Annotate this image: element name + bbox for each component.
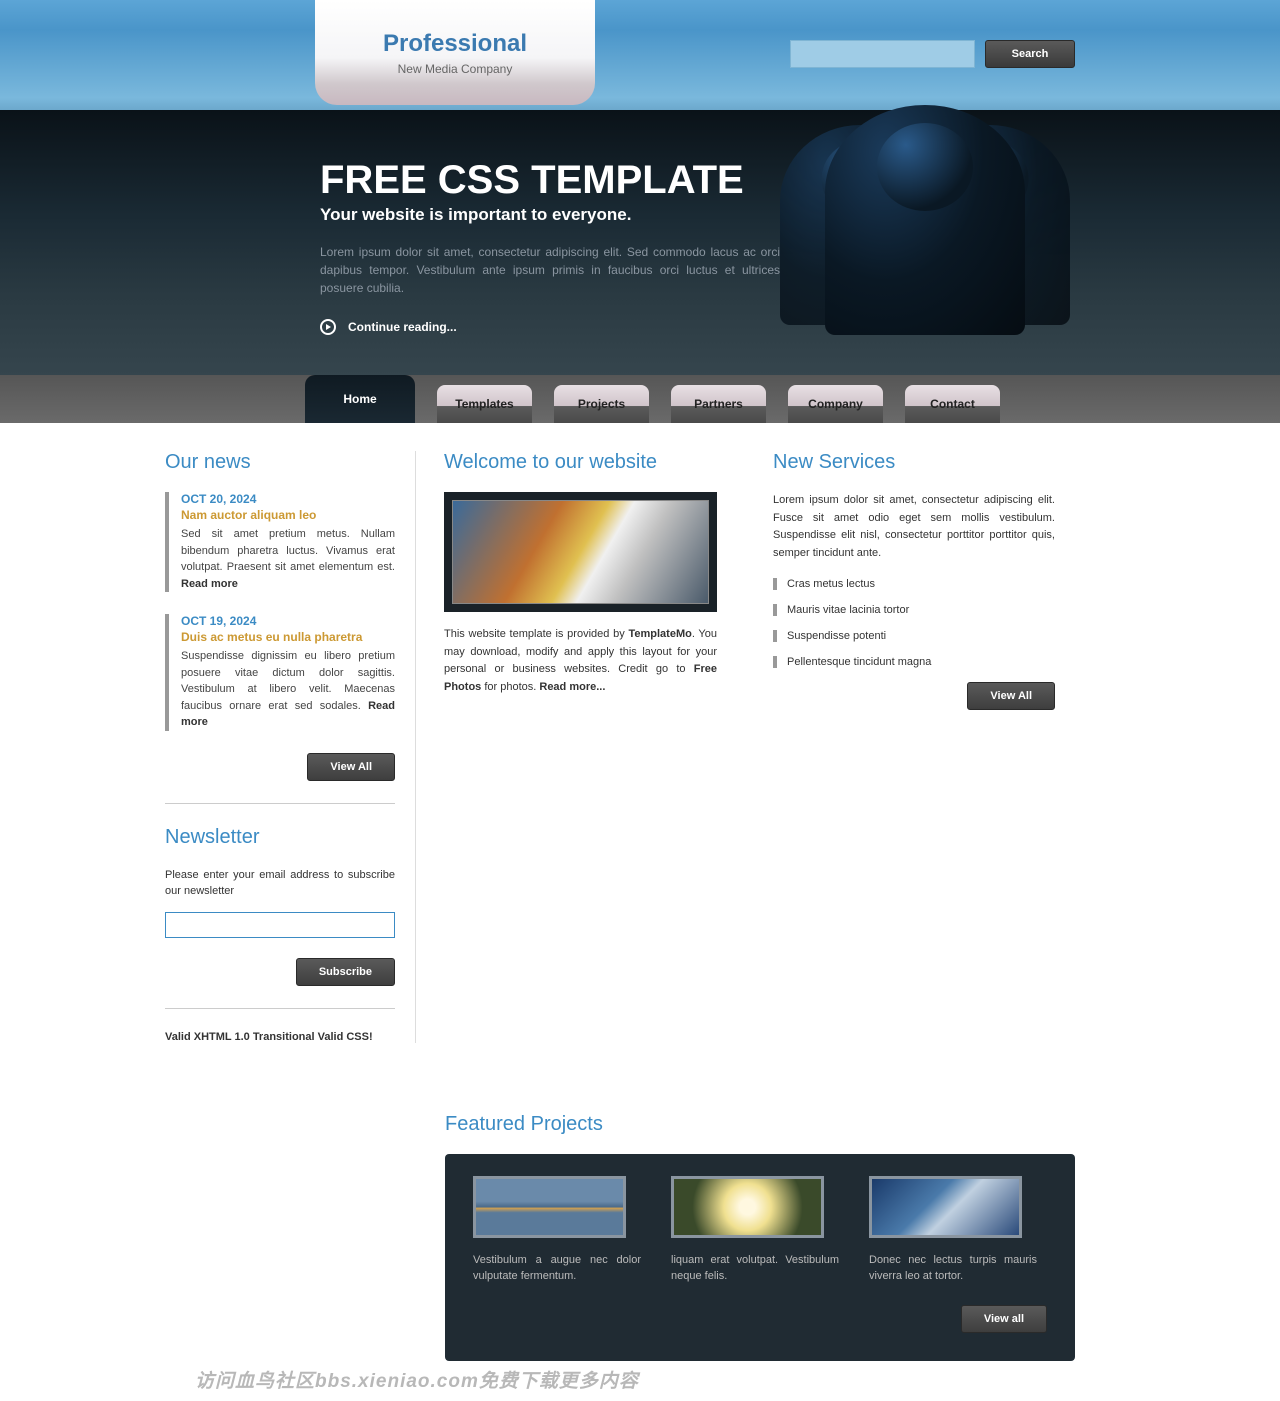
project-caption: Donec nec lectus turpis mauris viverra l…	[869, 1252, 1037, 1285]
news-body: Suspendisse dignissim eu libero pretium …	[181, 648, 395, 731]
project-image[interactable]	[473, 1176, 626, 1238]
featured-project: liquam erat volutpat. Vestibulum neque f…	[671, 1176, 839, 1285]
divider	[165, 803, 395, 804]
newsletter-email-input[interactable]	[165, 912, 395, 938]
nav-tab-home[interactable]: Home	[305, 375, 415, 423]
news-date: OCT 19, 2024	[181, 614, 395, 628]
featured-project: Vestibulum a augue nec dolor vulputate f…	[473, 1176, 641, 1285]
service-item[interactable]: Mauris vitae lacinia tortor	[773, 604, 1055, 616]
read-more-link[interactable]: Read more	[181, 578, 238, 590]
subscribe-button[interactable]: Subscribe	[296, 958, 395, 986]
featured-heading: Featured Projects	[445, 1113, 1075, 1136]
project-image[interactable]	[869, 1176, 1022, 1238]
project-caption: liquam erat volutpat. Vestibulum neque f…	[671, 1252, 839, 1285]
watermark-text: 访问血鸟社区bbs.xieniao.com免费下载更多内容	[195, 1366, 895, 1393]
logo-panel: Professional New Media Company	[315, 0, 595, 105]
news-body: Sed sit amet pretium metus. Nullam biben…	[181, 526, 395, 592]
news-title[interactable]: Duis ac metus eu nulla pharetra	[181, 630, 395, 644]
welcome-heading: Welcome to our website	[444, 451, 717, 474]
newsletter-heading: Newsletter	[165, 826, 395, 849]
news-title[interactable]: Nam auctor aliquam leo	[181, 508, 395, 522]
news-date: OCT 20, 2024	[181, 492, 395, 506]
welcome-image	[452, 500, 709, 604]
welcome-image-frame	[444, 492, 717, 612]
featured-box: Vestibulum a augue nec dolor vulputate f…	[445, 1154, 1075, 1361]
nav-tab-company[interactable]: Company	[788, 385, 883, 423]
main-nav: Home Templates Projects Partners Company…	[150, 375, 1130, 423]
service-item[interactable]: Cras metus lectus	[773, 578, 1055, 590]
news-item: OCT 19, 2024 Duis ac metus eu nulla phar…	[165, 614, 395, 731]
our-news-heading: Our news	[165, 451, 395, 474]
read-more-link[interactable]: Read more...	[539, 681, 605, 693]
view-all-news-button[interactable]: View All	[307, 753, 395, 781]
continue-reading-label: Continue reading...	[348, 320, 457, 334]
featured-project: Donec nec lectus turpis mauris viverra l…	[869, 1176, 1037, 1285]
service-item[interactable]: Suspendisse potenti	[773, 630, 1055, 642]
search-input[interactable]	[790, 40, 975, 68]
project-image[interactable]	[671, 1176, 824, 1238]
valid-badges[interactable]: Valid XHTML 1.0 Transitional Valid CSS!	[165, 1031, 395, 1043]
welcome-body: This website template is provided by Tem…	[444, 626, 717, 696]
logo-title: Professional	[315, 30, 595, 58]
divider	[165, 1008, 395, 1009]
nav-tab-projects[interactable]: Projects	[554, 385, 649, 423]
hero-people-graphic	[780, 85, 1070, 345]
services-body: Lorem ipsum dolor sit amet, consectetur …	[773, 492, 1055, 562]
nav-tab-partners[interactable]: Partners	[671, 385, 766, 423]
arrow-right-circle-icon	[320, 319, 336, 335]
hero-body-text: Lorem ipsum dolor sit amet, consectetur …	[320, 243, 780, 297]
news-item: OCT 20, 2024 Nam auctor aliquam leo Sed …	[165, 492, 395, 592]
nav-tab-templates[interactable]: Templates	[437, 385, 532, 423]
view-all-services-button[interactable]: View All	[967, 682, 1055, 710]
project-caption: Vestibulum a augue nec dolor vulputate f…	[473, 1252, 641, 1285]
service-item[interactable]: Pellentesque tincidunt magna	[773, 656, 1055, 668]
services-heading: New Services	[773, 451, 1055, 474]
templatemo-link[interactable]: TemplateMo	[628, 628, 691, 640]
nav-tab-contact[interactable]: Contact	[905, 385, 1000, 423]
newsletter-text: Please enter your email address to subsc…	[165, 867, 395, 900]
view-all-projects-button[interactable]: View all	[961, 1305, 1047, 1333]
search-button[interactable]: Search	[985, 40, 1075, 68]
logo-subtitle: New Media Company	[315, 62, 595, 76]
